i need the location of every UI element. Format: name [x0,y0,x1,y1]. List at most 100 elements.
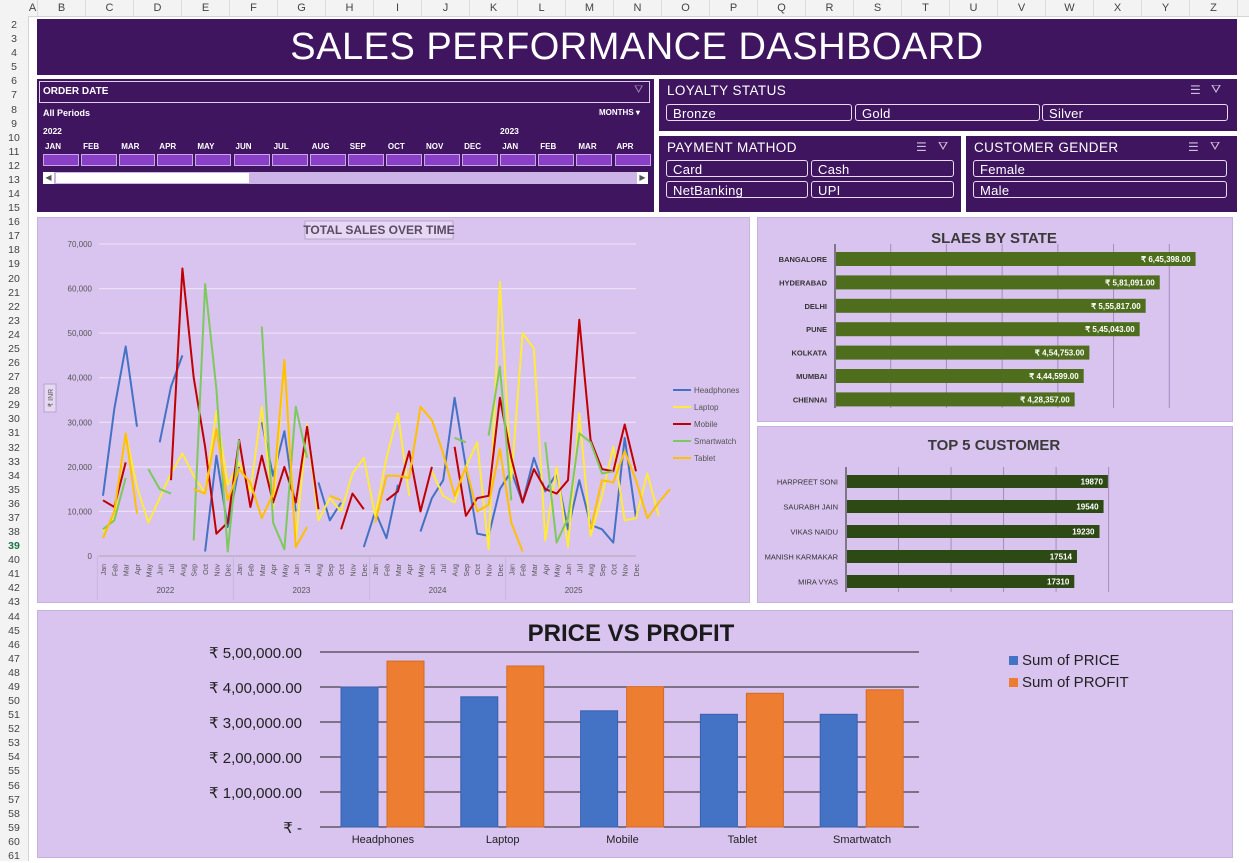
row-header-cell[interactable]: 8 [0,103,28,117]
row-header-cell[interactable]: 40 [0,553,28,567]
row-header-cell[interactable]: 23 [0,314,28,328]
row-header-cell[interactable]: 42 [0,581,28,595]
row-header-cell[interactable]: 7 [0,88,28,102]
row-header-cell[interactable]: 46 [0,638,28,652]
row-header-cell[interactable]: 20 [0,272,28,286]
gender-item-female[interactable]: Female [973,160,1227,177]
row-header-cell[interactable]: 43 [0,595,28,609]
row-header-cell[interactable]: 3 [0,32,28,46]
column-header-cell[interactable]: B [38,0,86,16]
row-header-cell[interactable]: 18 [0,243,28,257]
row-header-cell[interactable]: 53 [0,736,28,750]
row-header-cell[interactable]: 32 [0,441,28,455]
payment-method-slicer[interactable]: PAYMENT MATHOD ☰ ⛛ Card Cash NetBanking … [659,136,961,212]
loyalty-item-silver[interactable]: Silver [1042,104,1228,121]
timeline-month-cell[interactable] [347,154,384,166]
row-header-cell[interactable]: 51 [0,708,28,722]
order-date-timeline[interactable]: ORDER DATE ⛛ All Periods MONTHS ▾ 2022 2… [37,79,654,212]
column-header-cell[interactable]: A [28,0,38,16]
row-header-cell[interactable]: 49 [0,680,28,694]
column-header-cell[interactable]: W [1046,0,1094,16]
row-header-cell[interactable]: 38 [0,525,28,539]
row-header-cell[interactable]: 25 [0,342,28,356]
row-header-cell[interactable]: 17 [0,229,28,243]
row-header-cell[interactable]: 12 [0,159,28,173]
row-header-cell[interactable]: 24 [0,328,28,342]
clear-filter-icon[interactable]: ⛛ [1210,139,1220,154]
row-header-cell[interactable]: 28 [0,384,28,398]
timeline-month-cell[interactable] [424,154,460,166]
row-header-cell[interactable]: 39 [0,539,28,553]
top-customers-panel[interactable]: TOP 5 CUSTOMER HARPREET SONI 19870 SAURABH … [757,426,1233,603]
timeline-month-cell[interactable] [271,154,308,166]
row-header-cell[interactable]: 4 [0,46,28,60]
multi-select-icon[interactable]: ☰ [1190,83,1201,97]
row-header-cell[interactable]: 45 [0,624,28,638]
column-header-cell[interactable]: M [566,0,614,16]
column-header-cell[interactable]: J [422,0,470,16]
column-header-cell[interactable]: E [182,0,230,16]
column-header-cell[interactable]: O [662,0,710,16]
column-header-cell[interactable]: H [326,0,374,16]
timeline-month-cell[interactable] [195,154,232,166]
row-header-cell[interactable]: 29 [0,398,28,412]
row-header-cell[interactable]: 2 [0,18,28,32]
row-header-cell[interactable]: 37 [0,511,28,525]
multi-select-icon[interactable]: ☰ [916,140,927,154]
column-header-cell[interactable]: R [806,0,854,16]
row-header-cell[interactable]: 21 [0,286,28,300]
row-header-cell[interactable]: 55 [0,764,28,778]
row-header-cell[interactable]: 16 [0,215,28,229]
column-header-cell[interactable]: D [134,0,182,16]
row-header-cell[interactable]: 59 [0,821,28,835]
clear-filter-icon[interactable]: ⛛ [1211,82,1221,97]
timeline-scroll-thumb[interactable] [56,173,249,183]
row-header-cell[interactable]: 56 [0,779,28,793]
loyalty-status-slicer[interactable]: LOYALTY STATUS ☰ ⛛ Bronze Gold Silver [659,79,1237,131]
row-header-cell[interactable]: 60 [0,835,28,849]
timeline-month-cell[interactable] [614,154,651,166]
row-header-cell[interactable]: 50 [0,694,28,708]
row-header-cell[interactable]: 41 [0,567,28,581]
payment-item-cash[interactable]: Cash [811,160,954,177]
total-sales-chart-panel[interactable]: TOTAL SALES OVER TIME 0 10,000 20,000 30,000… [37,217,750,603]
row-header-cell[interactable]: 22 [0,300,28,314]
row-header-cell[interactable]: 48 [0,666,28,680]
timeline-month-cell[interactable] [538,154,575,166]
timeline-scrollbar[interactable]: ◀ ▶ [43,172,648,184]
timeline-month-cell[interactable] [500,154,537,166]
row-header-cell[interactable]: 26 [0,356,28,370]
row-header-cell[interactable]: 58 [0,807,28,821]
column-header-cell[interactable]: G [278,0,326,16]
scroll-left-icon[interactable]: ◀ [43,172,54,184]
row-header-cell[interactable]: 11 [0,145,28,159]
timeline-month-cell[interactable] [119,154,156,166]
row-header-cell[interactable]: 6 [0,74,28,88]
row-header-cell[interactable]: 19 [0,257,28,271]
row-header-cell[interactable]: 33 [0,455,28,469]
payment-item-card[interactable]: Card [666,160,808,177]
customer-gender-slicer[interactable]: CUSTOMER GENDER ☰ ⛛ Female Male [966,136,1237,212]
loyalty-item-gold[interactable]: Gold [855,104,1040,121]
timeline-level-dropdown[interactable]: MONTHS ▾ [599,108,640,117]
column-header-cell[interactable]: C [86,0,134,16]
row-header-cell[interactable]: 9 [0,117,28,131]
row-header-cell[interactable]: 54 [0,750,28,764]
column-header-cell[interactable]: X [1094,0,1142,16]
timeline-month-cell[interactable] [43,154,79,166]
payment-item-netbanking[interactable]: NetBanking [666,181,808,198]
column-header-cell[interactable]: Z [1190,0,1238,16]
column-header-cell[interactable]: N [614,0,662,16]
column-header-cell[interactable]: K [470,0,518,16]
row-header-cell[interactable]: 47 [0,652,28,666]
row-header-cell[interactable]: 44 [0,610,28,624]
row-header-cell[interactable]: 10 [0,131,28,145]
timeline-month-cell[interactable] [157,154,194,166]
column-header-cell[interactable]: I [374,0,422,16]
row-header-cell[interactable]: 15 [0,201,28,215]
gender-item-male[interactable]: Male [973,181,1227,198]
row-header-cell[interactable]: 14 [0,187,28,201]
column-header-cell[interactable]: Q [758,0,806,16]
row-header-cell[interactable]: 31 [0,426,28,440]
timeline-month-cell[interactable] [309,154,346,166]
